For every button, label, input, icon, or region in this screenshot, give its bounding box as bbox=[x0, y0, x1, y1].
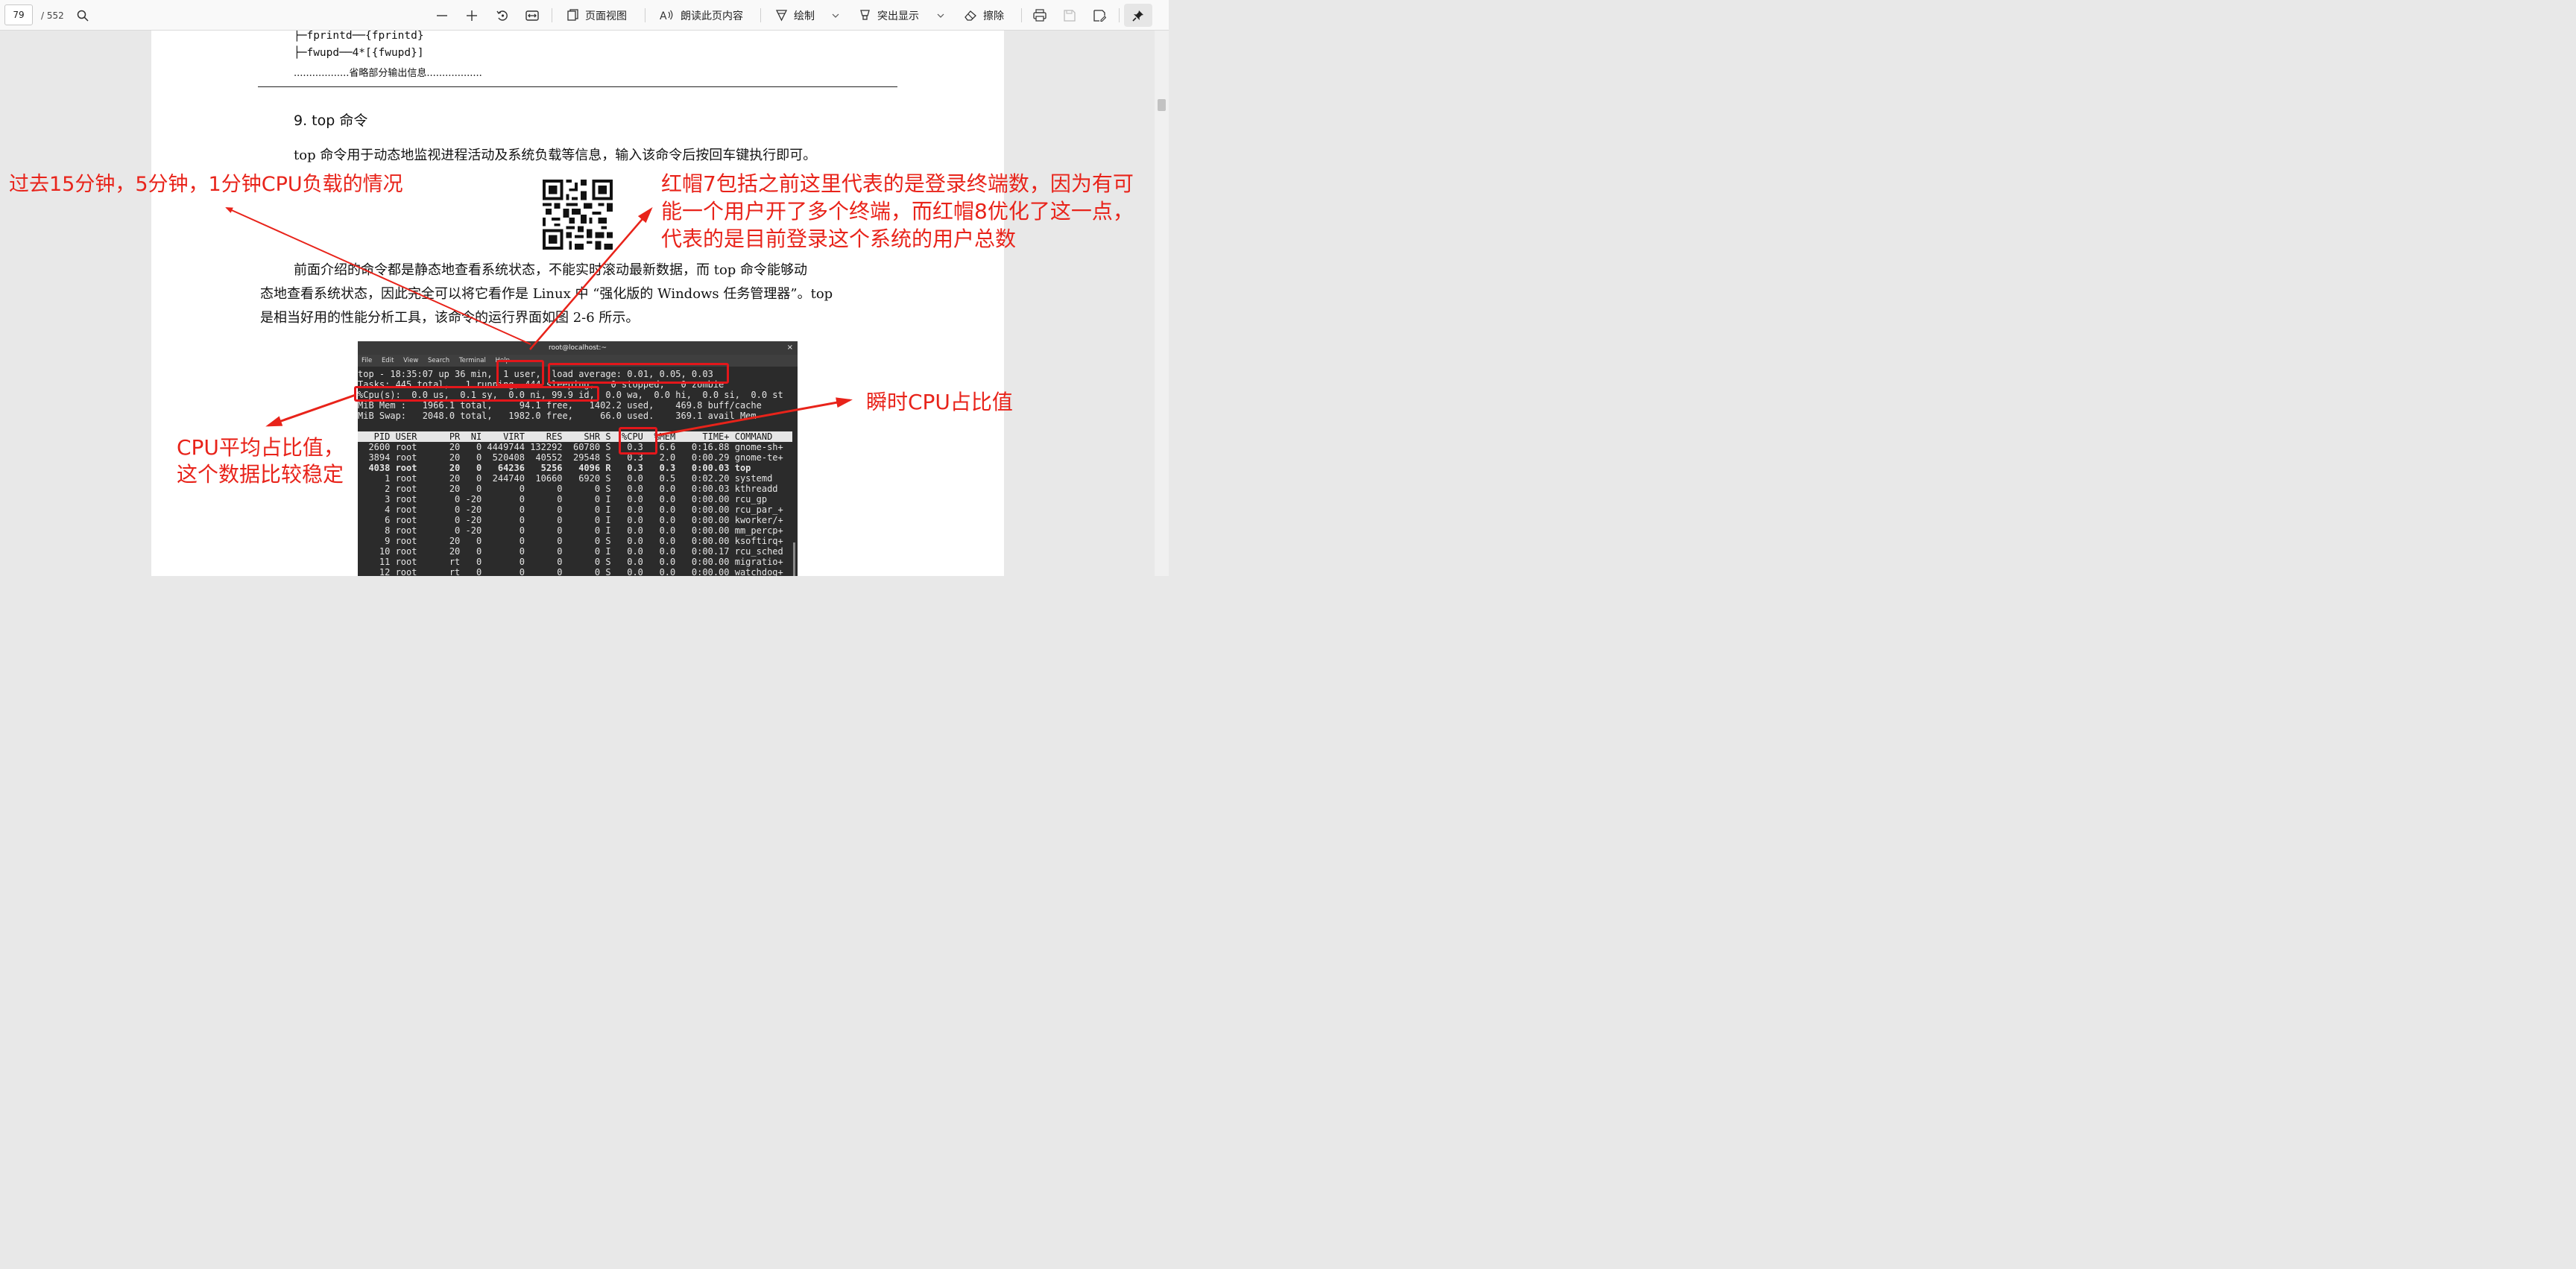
paragraph-2-line-1: 前面介绍的命令都是静态地查看系统状态，不能实时滚动最新数据，而 top 命令能够… bbox=[294, 262, 808, 278]
process-row: 9 root 20 0 0 0 0 S 0.0 0.0 0:00.00 ksof… bbox=[358, 536, 783, 546]
rotate-icon[interactable] bbox=[496, 0, 509, 31]
svg-text:A: A bbox=[660, 10, 667, 22]
pin-toolbar-icon[interactable] bbox=[1124, 4, 1152, 27]
draw-button[interactable]: 绘制 bbox=[775, 0, 815, 31]
document-page: ├─fprintd──{fprintd} ├─fwupd──4*[{fwupd}… bbox=[151, 31, 1004, 576]
process-row: 2600 root 20 0 4449744 132292 60780 S 0.… bbox=[358, 442, 783, 452]
terminal-menu-item: Search bbox=[427, 357, 450, 364]
read-aloud-label: 朗读此页内容 bbox=[681, 10, 743, 22]
highlight-chevron-down-icon[interactable] bbox=[937, 0, 944, 31]
process-row: 3 root 0 -20 0 0 0 I 0.0 0.0 0:00.00 rcu… bbox=[358, 494, 768, 504]
draw-chevron-down-icon[interactable] bbox=[832, 0, 839, 31]
draw-icon bbox=[775, 10, 788, 22]
process-row: 3894 root 20 0 520408 40552 29548 S 0.3 … bbox=[358, 452, 783, 463]
save-icon[interactable] bbox=[1064, 0, 1076, 31]
users-note-line-2: 能一个用户开了多个终端，而红帽8优化了这一点， bbox=[661, 199, 1134, 224]
cpu-instant-note: 瞬时CPU占比值 bbox=[866, 390, 1013, 414]
zoom-in-icon[interactable] bbox=[466, 0, 478, 31]
users-note-line-1: 红帽7包括之前这里代表的是登录终端数，因为有可 bbox=[661, 171, 1134, 196]
process-row: 4038 root 20 0 64236 5256 4096 R 0.3 0.3… bbox=[358, 463, 751, 473]
page-view-button[interactable]: 页面视图 bbox=[566, 0, 627, 31]
section-heading: 9. top 命令 bbox=[294, 113, 368, 129]
terminal-scrollbar bbox=[793, 542, 795, 576]
pdf-toolbar: 79 / 552 页面视图 A 朗读此页内容 绘制 突出显示 擦除 bbox=[0, 0, 1169, 31]
load-average-highlight-box bbox=[548, 363, 729, 384]
paragraph-1: top 命令用于动态地监视进程活动及系统负载等信息，输入该命令后按回车键执行即可… bbox=[294, 148, 817, 163]
process-row: 6 root 0 -20 0 0 0 I 0.0 0.0 0:00.00 kwo… bbox=[358, 515, 783, 525]
print-icon[interactable] bbox=[1033, 0, 1046, 31]
qr-code-image bbox=[543, 180, 613, 250]
vertical-scrollbar[interactable] bbox=[1155, 31, 1169, 576]
page-view-icon bbox=[567, 9, 578, 21]
terminal-menu-item: Edit bbox=[381, 357, 394, 364]
search-icon[interactable] bbox=[77, 0, 89, 31]
draw-label: 绘制 bbox=[794, 10, 815, 22]
erase-label: 擦除 bbox=[983, 10, 1004, 22]
read-aloud-icon: A bbox=[660, 10, 673, 22]
process-row: 1 root 20 0 244740 10660 6920 S 0.0 0.5 … bbox=[358, 473, 773, 484]
paragraph-2-line-3: 是相当好用的性能分析工具，该命令的运行界面如图 2-6 所示。 bbox=[260, 310, 640, 326]
terminal-title: root@localhost:~ bbox=[358, 341, 798, 355]
divider bbox=[258, 86, 897, 87]
process-row: 10 root 20 0 0 0 0 I 0.0 0.0 0:00.17 rcu… bbox=[358, 546, 783, 557]
page-number-input[interactable]: 79 bbox=[4, 4, 33, 25]
page-view-label: 页面视图 bbox=[585, 10, 627, 22]
page-total: / 552 bbox=[41, 10, 64, 21]
load-average-note: 过去15分钟，5分钟，1分钟CPU负载的情况 bbox=[9, 173, 403, 196]
users-note-line-3: 代表的是目前登录这个系统的用户总数 bbox=[661, 227, 1017, 251]
omitted-output-note: ..................省略部分输出信息..............… bbox=[294, 68, 482, 79]
cpu-average-note-line-1: CPU平均占比值， bbox=[177, 435, 344, 460]
highlight-label: 突出显示 bbox=[877, 10, 919, 22]
terminal-menu-item: View bbox=[403, 357, 419, 364]
zoom-out-icon[interactable] bbox=[436, 0, 448, 31]
read-aloud-button[interactable]: A 朗读此页内容 bbox=[660, 0, 743, 31]
process-row: 12 root rt 0 0 0 0 S 0.0 0.0 0:00.00 wat… bbox=[358, 567, 783, 576]
erase-button[interactable]: 擦除 bbox=[964, 0, 1004, 31]
process-row: 8 root 0 -20 0 0 0 I 0.0 0.0 0:00.00 mm_… bbox=[358, 525, 783, 536]
fit-width-icon[interactable] bbox=[525, 0, 539, 31]
process-row: 11 root rt 0 0 0 0 S 0.0 0.0 0:00.00 mig… bbox=[358, 557, 783, 567]
highlight-button[interactable]: 突出显示 bbox=[859, 0, 919, 31]
process-row: 4 root 0 -20 0 0 0 I 0.0 0.0 0:00.00 rcu… bbox=[358, 504, 783, 515]
tree-line: ├─fwupd──4*[{fwupd}] bbox=[294, 47, 424, 59]
terminal-menu-item: Terminal bbox=[458, 357, 486, 364]
terminal-menu-item: File bbox=[362, 357, 373, 364]
tree-line: ├─fprintd──{fprintd} bbox=[294, 31, 424, 42]
paragraph-2-line-2: 态地查看系统状态，因此完全可以将它看作是 Linux 中 “强化版的 Windo… bbox=[260, 286, 833, 302]
cpu-summary-highlight-box bbox=[354, 386, 599, 402]
cpu-column-highlight-box bbox=[619, 427, 657, 455]
close-icon: × bbox=[786, 344, 793, 352]
scrollbar-thumb[interactable] bbox=[1158, 99, 1166, 111]
cpu-average-note-line-2: 这个数据比较稳定 bbox=[177, 462, 344, 487]
save-as-icon[interactable] bbox=[1093, 0, 1106, 31]
highlight-icon bbox=[860, 10, 870, 20]
process-row: 2 root 20 0 0 0 0 S 0.0 0.0 0:00.03 kthr… bbox=[358, 484, 778, 494]
eraser-icon bbox=[965, 10, 976, 21]
process-table-header: PID USER PR NI VIRT RES SHR S %CPU %MEM … bbox=[358, 431, 792, 442]
users-highlight-box bbox=[496, 360, 544, 386]
mem-summary-line: MiB Mem : 1966.1 total, 94.1 free, 1402.… bbox=[358, 400, 762, 411]
swap-summary-line: MiB Swap: 2048.0 total, 1982.0 free, 66.… bbox=[358, 411, 757, 421]
